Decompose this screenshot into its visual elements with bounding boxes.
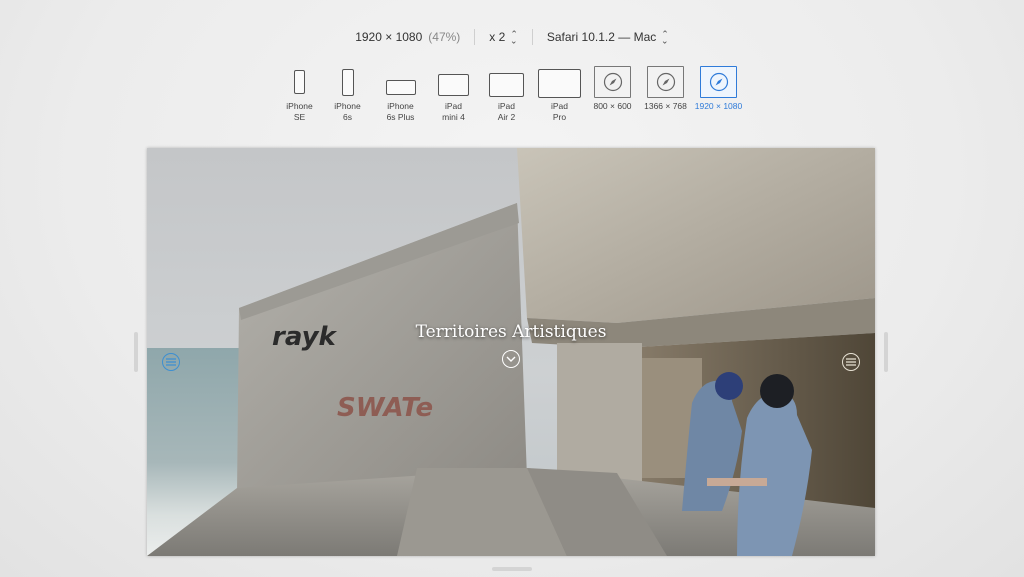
device-ipad-pro[interactable]: iPad Pro — [533, 64, 586, 123]
scroll-down-button[interactable] — [502, 350, 520, 368]
device-ipad-air[interactable]: iPad Air 2 — [480, 64, 533, 123]
right-resize-handle[interactable] — [884, 332, 888, 372]
device-1366x768[interactable]: 1366 × 768 — [639, 64, 692, 112]
preview-toolbar: 1920 × 1080 (47%) x 2 ⌃ ⌃ Safari 10.1.2 —… — [0, 27, 1024, 47]
device-label: iPad Air 2 — [497, 101, 516, 122]
svg-text:SWATe: SWATe — [337, 393, 433, 423]
hamburger-menu-icon — [846, 358, 856, 366]
chevron-down-icon — [506, 356, 516, 362]
iphone-se-icon — [294, 70, 305, 94]
device-label: iPhone 6s Plus — [386, 101, 415, 122]
device-label: iPad mini 4 — [442, 101, 465, 122]
device-label: iPhone 6s — [334, 101, 361, 122]
zoom-percent: (47%) — [428, 30, 461, 44]
ipad-air-icon — [489, 72, 524, 97]
hamburger-menu-icon — [166, 358, 176, 366]
device-ipad-mini[interactable]: iPad mini 4 — [427, 64, 480, 123]
browser-select[interactable]: Safari 10.1.2 — Mac ⌃ ⌃ — [546, 29, 669, 46]
up-down-chevron-icon: ⌃ ⌃ — [510, 29, 518, 46]
device-label: iPhone SE — [286, 101, 313, 122]
right-menu-button[interactable] — [842, 353, 860, 371]
bottom-resize-handle[interactable] — [492, 567, 532, 571]
toolbar-divider — [531, 29, 533, 45]
device-label: 800 × 600 — [593, 101, 632, 111]
resolution-value: 1920 × 1080 — [355, 30, 423, 44]
device-1920x1080[interactable]: 1920 × 1080 — [692, 64, 745, 112]
toolbar-divider — [474, 29, 476, 45]
up-down-chevron-icon: ⌃ ⌃ — [661, 29, 669, 46]
site-title: Territoires Artistiques — [415, 322, 607, 342]
safari-compass-icon — [700, 66, 737, 98]
ipad-pro-icon — [538, 69, 581, 98]
scale-select[interactable]: x 2 ⌃ ⌃ — [489, 29, 518, 46]
left-menu-button[interactable] — [162, 353, 180, 371]
iphone-6s-icon — [341, 68, 354, 96]
device-iphone-6s-plus[interactable]: iPhone 6s Plus — [374, 64, 427, 123]
scale-value: x 2 — [489, 30, 506, 44]
website-preview: rayk SWATe Territoires Artistiques — [147, 148, 875, 556]
device-label: iPad Pro — [550, 101, 568, 122]
ipad-mini-icon — [438, 74, 469, 96]
resolution-display: 1920 × 1080 (47%) — [355, 30, 460, 44]
left-resize-handle[interactable] — [134, 332, 138, 372]
safari-compass-icon — [594, 66, 631, 98]
device-selector: iPhone SE iPhone 6s iPhone 6s Plus iPad … — [278, 64, 745, 123]
device-iphone-6s[interactable]: iPhone 6s — [321, 64, 374, 123]
device-800x600[interactable]: 800 × 600 — [586, 64, 639, 112]
safari-compass-icon — [647, 66, 684, 98]
device-iphone-se[interactable]: iPhone SE — [278, 64, 321, 123]
browser-value: Safari 10.1.2 — Mac — [546, 30, 657, 44]
device-label: 1366 × 768 — [644, 101, 687, 111]
iphone-6s-plus-icon — [385, 79, 416, 95]
device-label: 1920 × 1080 — [694, 101, 743, 111]
